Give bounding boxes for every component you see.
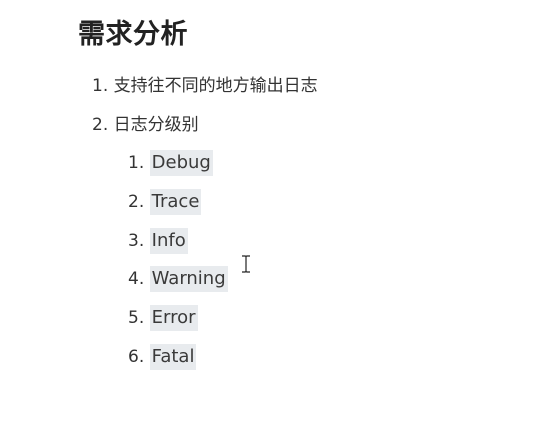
sublist-number: 5. xyxy=(128,308,145,328)
list-number: 1. xyxy=(92,76,109,96)
sublist-item: 6. Fatal xyxy=(128,344,197,370)
sublist-item: 2. Trace xyxy=(128,189,202,215)
level-code: Warning xyxy=(149,266,228,292)
list-item-text: 日志分级别 xyxy=(113,115,199,135)
sublist-item: 5. Error xyxy=(128,305,198,331)
level-code: Trace xyxy=(149,189,202,215)
sublist-number: 6. xyxy=(128,347,145,367)
level-code: Fatal xyxy=(149,344,197,370)
level-code: Info xyxy=(149,228,188,254)
level-code: Error xyxy=(149,305,198,331)
list-item-text: 支持往不同的地方输出日志 xyxy=(113,76,318,96)
list-item: 1. 支持往不同的地方输出日志 xyxy=(92,74,318,98)
level-code: Debug xyxy=(149,150,213,176)
document-page: 需求分析 1. 支持往不同的地方输出日志 2. 日志分级别 1. Debug 2… xyxy=(0,0,535,426)
sublist-item: 4. Warning xyxy=(128,266,228,292)
section-heading: 需求分析 xyxy=(78,19,188,50)
sublist-number: 4. xyxy=(128,269,145,289)
sublist-item: 1. Debug xyxy=(128,150,213,176)
text-cursor-icon xyxy=(242,255,250,273)
sublist-number: 3. xyxy=(128,231,145,251)
list-number: 2. xyxy=(92,115,109,135)
list-item: 2. 日志分级别 xyxy=(92,113,199,137)
sublist-item: 3. Info xyxy=(128,228,188,254)
sublist-number: 1. xyxy=(128,153,145,173)
sublist-number: 2. xyxy=(128,192,145,212)
